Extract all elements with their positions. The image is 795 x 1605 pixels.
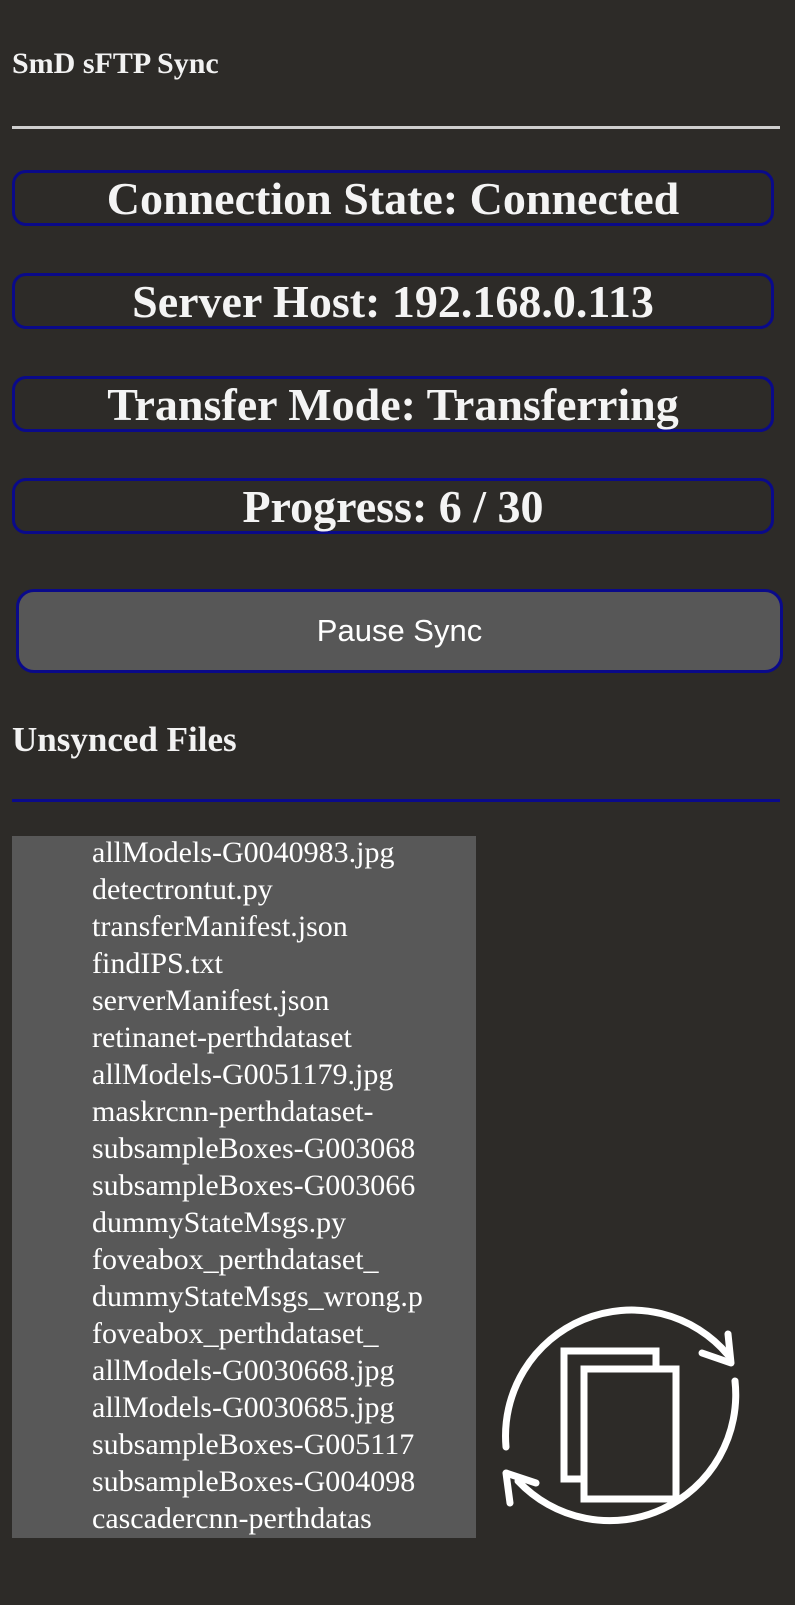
list-item[interactable]: serverManifest.json bbox=[12, 982, 476, 1019]
transfer-mode-box: Transfer Mode: Transferring bbox=[12, 376, 774, 432]
list-item[interactable]: subsampleBoxes-G003068 bbox=[12, 1130, 476, 1167]
connection-state-box: Connection State: Connected bbox=[12, 170, 774, 226]
app-screen: SmD sFTP Sync Connection State: Connecte… bbox=[0, 0, 795, 1605]
app-title: SmD sFTP Sync bbox=[12, 47, 219, 80]
title-divider bbox=[12, 126, 780, 129]
list-item[interactable]: foveabox_perthdataset_ bbox=[12, 1241, 476, 1278]
unsynced-files-heading: Unsynced Files bbox=[12, 720, 237, 759]
pause-sync-button[interactable]: Pause Sync bbox=[16, 589, 783, 673]
file-sync-icon bbox=[488, 1285, 752, 1549]
list-item[interactable]: subsampleBoxes-G004098 bbox=[12, 1463, 476, 1500]
section-divider bbox=[12, 799, 780, 802]
list-item[interactable]: cascadercnn-perthdatas bbox=[12, 1500, 476, 1537]
list-item[interactable]: retinanet-perthdataset bbox=[12, 1019, 476, 1056]
list-item[interactable]: subsampleBoxes-G003066 bbox=[12, 1167, 476, 1204]
list-item[interactable]: transferManifest.json bbox=[12, 908, 476, 945]
unsynced-file-list[interactable]: allModels-G0040983.jpg detectrontut.py tra… bbox=[12, 836, 476, 1538]
list-item[interactable]: allModels-G0040983.jpg bbox=[12, 836, 476, 871]
list-item[interactable]: allModels-G0030685.jpg bbox=[12, 1389, 476, 1426]
list-item[interactable]: subsampleBoxes-G005117 bbox=[12, 1426, 476, 1463]
list-item[interactable]: allModels-G0030668.jpg bbox=[12, 1352, 476, 1389]
list-item[interactable]: dummyStateMsgs_wrong.p bbox=[12, 1278, 476, 1315]
list-item[interactable]: detectrontut.py bbox=[12, 871, 476, 908]
list-item[interactable]: foveabox_perthdataset_ bbox=[12, 1315, 476, 1352]
server-host-box: Server Host: 192.168.0.113 bbox=[12, 273, 774, 329]
list-item[interactable]: dummyStateMsgs.py bbox=[12, 1204, 476, 1241]
list-item[interactable]: findIPS.txt bbox=[12, 945, 476, 982]
list-item[interactable]: maskrcnn-perthdataset- bbox=[12, 1093, 476, 1130]
progress-box: Progress: 6 / 30 bbox=[12, 478, 774, 534]
list-item[interactable]: allModels-G0051179.jpg bbox=[12, 1056, 476, 1093]
